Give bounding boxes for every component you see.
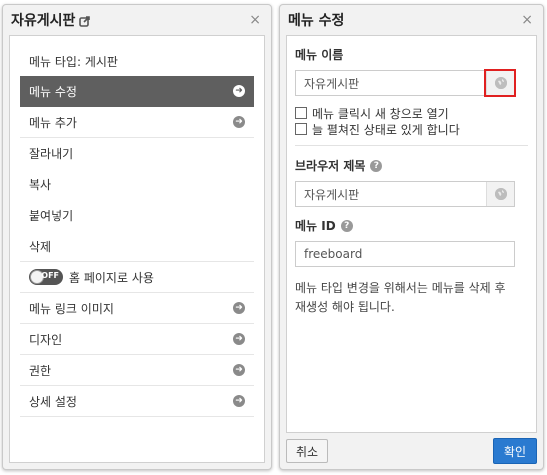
- menu-panel-title-text: 자유게시판: [11, 13, 76, 29]
- menu-item-add[interactable]: 메뉴 추가 ➜: [20, 107, 254, 138]
- menu-item-paste[interactable]: 붙여넣기: [20, 200, 254, 231]
- menu-panel-body: 메뉴 타입: 게시판 메뉴 수정 ➜ 메뉴 추가 ➜ 잘라내기 복사 붙여넣기 …: [9, 35, 265, 463]
- arrow-right-icon: ➜: [233, 116, 245, 128]
- globe-icon: [494, 188, 507, 200]
- menu-item-label: 디자인: [29, 332, 63, 347]
- edit-panel-footer: 취소 확인: [286, 438, 537, 464]
- edit-menu-form: 메뉴 이름 메뉴 클릭시 새 창으로 열기 늘 펼쳐진 상태로 있게 합니다: [287, 36, 536, 317]
- menu-type-help-text: 메뉴 타입 변경을 위해서는 메뉴를 삭제 후 재생성 해야 됩니다.: [295, 281, 506, 314]
- menu-item-permission[interactable]: 권한 ➜: [20, 355, 254, 386]
- arrow-right-icon: ➜: [233, 302, 245, 314]
- help-icon[interactable]: ?: [370, 159, 383, 172]
- language-button[interactable]: [486, 182, 514, 206]
- menu-list: 메뉴 타입: 게시판 메뉴 수정 ➜ 메뉴 추가 ➜ 잘라내기 복사 붙여넣기 …: [10, 36, 264, 417]
- edit-menu-panel: 메뉴 수정 × 메뉴 이름 메뉴 클릭시 새 창으로 열기 늘: [279, 4, 544, 470]
- menu-item-advanced-settings[interactable]: 상세 설정 ➜: [20, 386, 254, 417]
- browser-title-input[interactable]: [296, 182, 486, 206]
- browser-title-label-text: 브라우저 제목: [295, 159, 366, 173]
- home-page-toggle[interactable]: OFF: [29, 269, 63, 285]
- expanded-checkbox[interactable]: [295, 123, 307, 135]
- confirm-button[interactable]: 확인: [492, 438, 537, 464]
- globe-icon: [494, 77, 507, 89]
- menu-item-label: 붙여넣기: [29, 209, 74, 223]
- menu-item-label: 상세 설정: [29, 394, 77, 409]
- divider: [295, 145, 528, 146]
- new-window-checkbox[interactable]: [295, 107, 307, 119]
- new-window-checkbox-row: 메뉴 클릭시 새 창으로 열기: [295, 105, 528, 121]
- expanded-checkbox-label: 늘 펼쳐진 상태로 있게 합니다: [312, 122, 460, 137]
- menu-name-input[interactable]: [296, 71, 486, 95]
- menu-panel-title[interactable]: 자유게시판: [11, 10, 91, 30]
- edit-panel-header: 메뉴 수정 ×: [280, 5, 543, 35]
- menu-item-label: 권한: [29, 363, 52, 378]
- new-window-checkbox-label: 메뉴 클릭시 새 창으로 열기: [312, 106, 449, 121]
- language-button[interactable]: [484, 69, 516, 97]
- menu-item-link-image[interactable]: 메뉴 링크 이미지 ➜: [20, 293, 254, 324]
- menu-item-label: 메뉴 링크 이미지: [29, 301, 114, 316]
- browser-title-field: [295, 181, 515, 207]
- arrow-right-icon: ➜: [233, 364, 245, 376]
- edit-panel-title: 메뉴 수정: [288, 13, 345, 29]
- cancel-button[interactable]: 취소: [286, 439, 329, 463]
- menu-item-label: 메뉴 추가: [29, 115, 77, 130]
- menu-type-label: 메뉴 타입: 게시판: [29, 54, 118, 69]
- browser-title-label: 브라우저 제목 ?: [295, 157, 528, 174]
- menu-item-design[interactable]: 디자인 ➜: [20, 324, 254, 355]
- menu-id-label: 메뉴 ID ?: [295, 217, 528, 234]
- menu-name-label: 메뉴 이름: [295, 46, 528, 63]
- menu-id-label-text: 메뉴 ID: [295, 219, 336, 233]
- menu-item-home-toggle: OFF 홈 페이지로 사용: [20, 262, 254, 293]
- home-toggle-row: OFF 홈 페이지로 사용: [29, 269, 154, 286]
- menu-item-label: 메뉴 수정: [29, 84, 77, 99]
- menu-panel: 자유게시판 × 메뉴 타입: 게시판 메뉴 수정 ➜ 메뉴 추가 ➜ 잘라내기 …: [2, 4, 272, 470]
- expanded-checkbox-row: 늘 펼쳐진 상태로 있게 합니다: [295, 121, 528, 137]
- menu-item-label: 잘라내기: [29, 147, 74, 161]
- menu-item-edit[interactable]: 메뉴 수정 ➜: [20, 76, 254, 107]
- external-link-icon[interactable]: [79, 15, 91, 27]
- close-icon[interactable]: ×: [521, 13, 533, 27]
- menu-id-input[interactable]: [295, 241, 515, 267]
- menu-item-label: 복사: [29, 178, 52, 192]
- menu-item-label: 삭제: [29, 239, 52, 254]
- menu-panel-header: 자유게시판 ×: [3, 5, 271, 35]
- home-toggle-label: 홈 페이지로 사용: [69, 270, 154, 285]
- menu-item-cut[interactable]: 잘라내기: [20, 138, 254, 169]
- menu-item-copy[interactable]: 복사: [20, 169, 254, 200]
- arrow-right-icon: ➜: [233, 85, 245, 97]
- menu-name-label-text: 메뉴 이름: [295, 48, 344, 62]
- menu-item-delete[interactable]: 삭제: [20, 231, 254, 262]
- toggle-state-text: OFF: [41, 271, 59, 280]
- arrow-right-icon: ➜: [233, 395, 245, 407]
- help-icon[interactable]: ?: [340, 219, 353, 232]
- menu-name-field: [295, 69, 516, 97]
- edit-panel-body: 메뉴 이름 메뉴 클릭시 새 창으로 열기 늘 펼쳐진 상태로 있게 합니다: [286, 35, 537, 433]
- arrow-right-icon: ➜: [233, 333, 245, 345]
- close-icon[interactable]: ×: [249, 13, 261, 27]
